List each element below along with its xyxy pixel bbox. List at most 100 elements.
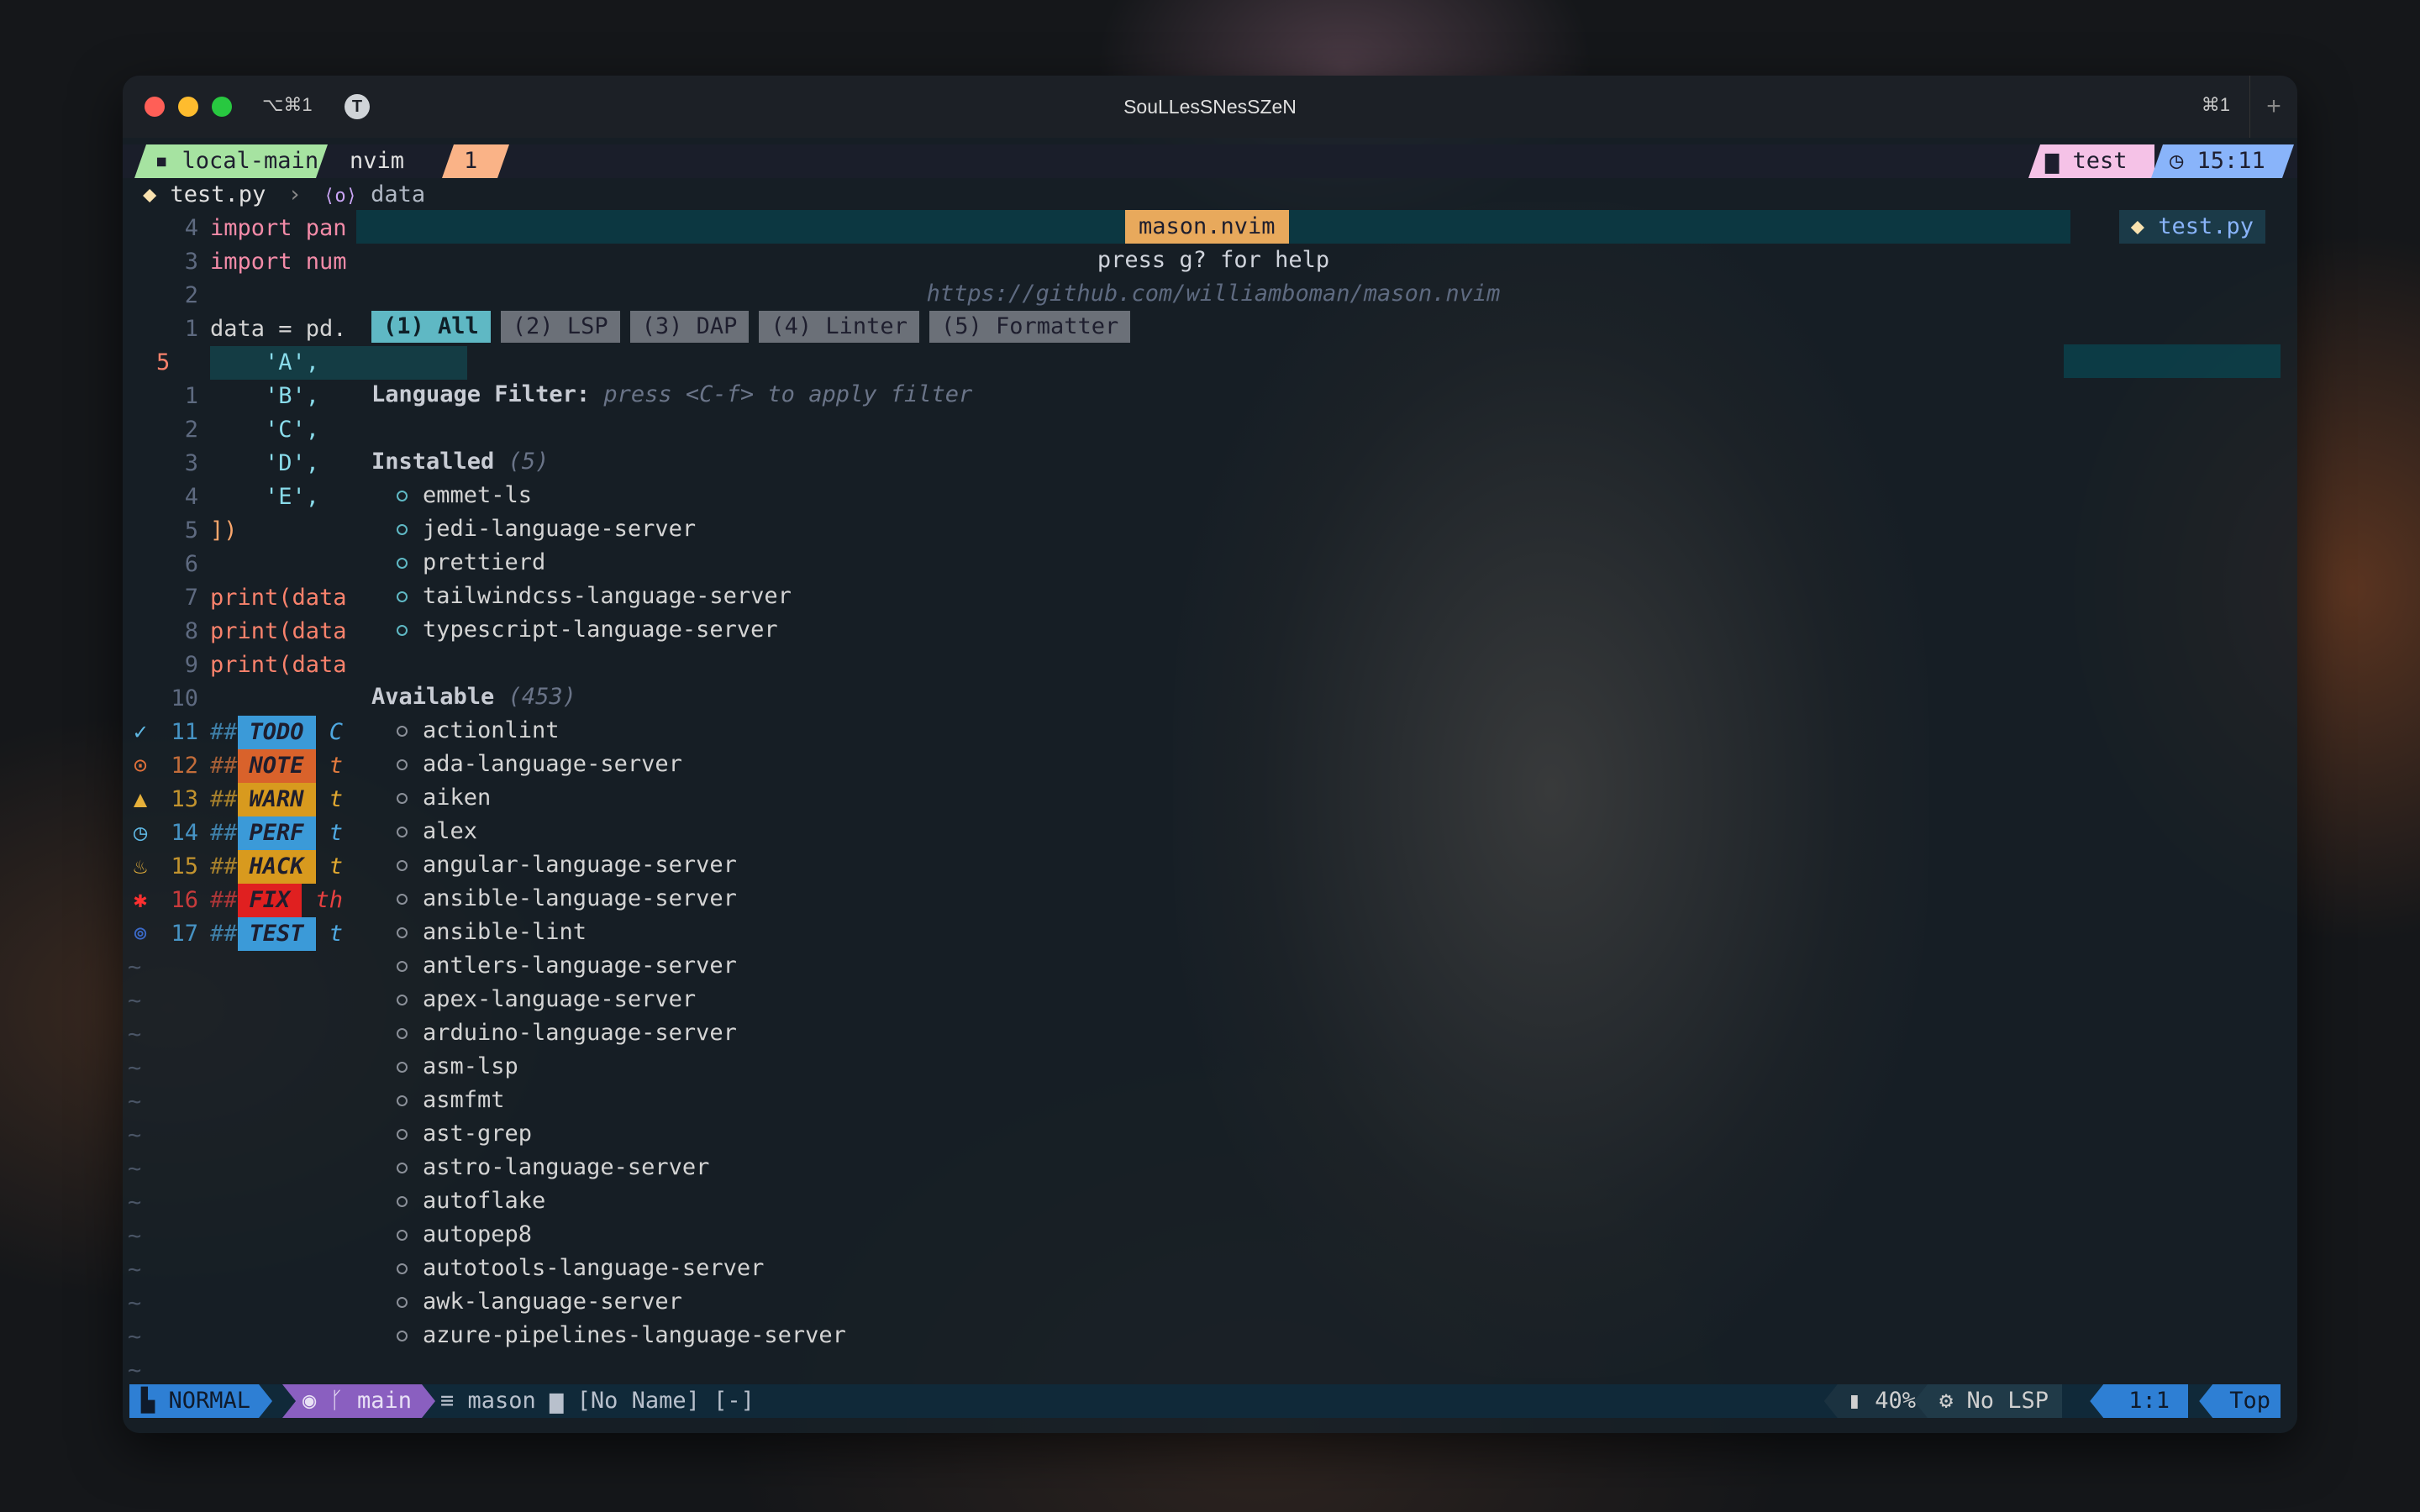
package-item[interactable]: alex [397, 815, 477, 848]
scroll-position: Top [2199, 1384, 2281, 1418]
package-item[interactable]: typescript-language-server [397, 613, 778, 647]
todo-comment: ## TEST t [210, 917, 343, 951]
tmux-directory: ▆ test [2028, 144, 2154, 178]
language-filter[interactable]: Language Filter: press <C-f> to apply fi… [371, 378, 972, 412]
editor-line[interactable]: 5 'A', [123, 346, 467, 380]
package-item[interactable]: actionlint [397, 714, 560, 748]
breadcrumb: ◆ test.py › ⟨o⟩ data [123, 178, 425, 212]
empty-line-marker: ~ [128, 1223, 142, 1249]
available-dot-icon [397, 827, 408, 837]
package-item[interactable]: ada-language-server [397, 748, 682, 781]
package-item[interactable]: autotools-language-server [397, 1252, 764, 1285]
mason-tab[interactable]: (1) All [371, 311, 491, 343]
package-name: autotools-language-server [423, 1255, 765, 1281]
package-name: awk-language-server [423, 1289, 682, 1315]
editor-line[interactable]: 2 'C', [123, 413, 467, 447]
package-name: azure-pipelines-language-server [423, 1322, 846, 1348]
package-item[interactable]: angular-language-server [397, 848, 737, 882]
python-icon: ◆ [2130, 213, 2159, 239]
cursor-position: 1:1 [2090, 1384, 2188, 1418]
clock-icon: ◷ [2170, 148, 2197, 174]
package-name: autopep8 [423, 1221, 533, 1247]
tmux-window-number[interactable]: 1 [442, 144, 509, 178]
available-dot-icon [397, 1196, 408, 1207]
tmux-session[interactable]: ▪ local-main [134, 144, 328, 178]
package-item[interactable]: tailwindcss-language-server [397, 580, 792, 613]
line-number: 4 [184, 215, 198, 241]
package-name: ast-grep [423, 1121, 533, 1147]
breadcrumb-symbol[interactable]: data [371, 181, 425, 207]
package-item[interactable]: ast-grep [397, 1117, 532, 1151]
installed-dot-icon [397, 625, 408, 636]
line-number: 12 [171, 753, 198, 779]
chevron-right-icon: › [287, 181, 302, 207]
code-text: print(data [210, 652, 347, 678]
package-item[interactable]: prettierd [397, 546, 545, 580]
git-branch[interactable]: ◉ ᚴ main [282, 1384, 435, 1418]
line-number: 9 [184, 652, 198, 678]
package-item[interactable]: asm-lsp [397, 1050, 518, 1084]
package-name: alex [423, 818, 478, 844]
line-number: 15 [171, 853, 198, 879]
statusline: ▙ NORMAL ◉ ᚴ main ≡ mason ▆ [No Name] [-… [129, 1384, 2281, 1418]
breadcrumb-file[interactable]: test.py [171, 181, 266, 207]
mason-tab[interactable]: (4) Linter [759, 311, 919, 343]
mason-url[interactable]: https://github.com/williamboman/mason.nv… [356, 277, 2070, 311]
todo-tag: TODO [237, 716, 316, 749]
package-item[interactable]: jedi-language-server [397, 512, 696, 546]
todo-comment: ## TODO C [210, 716, 343, 749]
tmux-window-name[interactable]: nvim [324, 144, 442, 178]
todo-tag: HACK [237, 850, 316, 884]
package-item[interactable]: awk-language-server [397, 1285, 682, 1319]
package-item[interactable]: aiken [397, 781, 491, 815]
package-item[interactable]: emmet-ls [397, 479, 532, 512]
package-name: emmet-ls [423, 482, 533, 508]
package-name: prettierd [423, 549, 546, 575]
line-number: 8 [184, 618, 198, 644]
line-number: 13 [171, 786, 198, 812]
package-item[interactable]: autoflake [397, 1184, 545, 1218]
available-dot-icon [397, 759, 408, 770]
package-item[interactable]: azure-pipelines-language-server [397, 1319, 846, 1352]
code-text: ]) [210, 517, 238, 543]
installed-heading: Installed (5) [371, 449, 550, 475]
empty-line-marker: ~ [128, 1156, 142, 1182]
editor-line[interactable]: 9 print(data [123, 648, 467, 682]
package-name: ansible-language-server [423, 885, 737, 911]
package-item[interactable]: ansible-language-server [397, 882, 737, 916]
mason-tab[interactable]: (3) DAP [629, 311, 750, 343]
code-text: 'E', [210, 484, 320, 510]
available-dot-icon [397, 1297, 408, 1308]
right-split-tab[interactable]: ◆ test.py [2118, 210, 2265, 244]
package-item[interactable]: asmfmt [397, 1084, 505, 1117]
package-item[interactable]: autopep8 [397, 1218, 532, 1252]
mason-tab[interactable]: (5) Formatter [929, 311, 1131, 343]
package-item[interactable]: apex-language-server [397, 983, 696, 1016]
variable-icon: ⟨o⟩ [324, 186, 357, 207]
package-item[interactable]: antlers-language-server [397, 949, 737, 983]
empty-line-marker: ~ [128, 1089, 142, 1115]
available-dot-icon [397, 1263, 408, 1274]
package-item[interactable]: ansible-lint [397, 916, 587, 949]
package-item[interactable]: arduino-language-server [397, 1016, 737, 1050]
comment-prefix: ## [210, 753, 238, 779]
todo-text: th [302, 887, 344, 913]
package-item[interactable]: astro-language-server [397, 1151, 709, 1184]
folder-icon: ▆ [2045, 148, 2073, 174]
empty-line-marker: ~ [128, 1290, 142, 1316]
available-dot-icon [397, 995, 408, 1005]
line-number: 1 [184, 316, 198, 342]
new-tab-button[interactable]: + [2249, 76, 2297, 138]
mason-tabs: (1) All (2) LSP (3) DAP (4) Linter (5) Forma… [371, 311, 1140, 343]
comment-prefix: ## [210, 719, 238, 745]
mason-tab[interactable]: (2) LSP [500, 311, 620, 343]
todo-comment: ## WARN t [210, 783, 343, 816]
tmux-statusbar: ▪ local-main nvim 1 ▆ test ◷ 15:11 [123, 144, 2297, 178]
code-text: print(data [210, 618, 347, 644]
terminal-window: ⌥⌘1 T SouLLesSNesSZeN ⌘1 + ▪ local-main … [123, 76, 2297, 1433]
package-name: aiken [423, 785, 492, 811]
tmux-clock: ◷ 15:11 [2151, 144, 2294, 178]
package-name: ada-language-server [423, 751, 682, 777]
available-dot-icon [397, 961, 408, 972]
python-icon: ◆ [143, 181, 157, 207]
